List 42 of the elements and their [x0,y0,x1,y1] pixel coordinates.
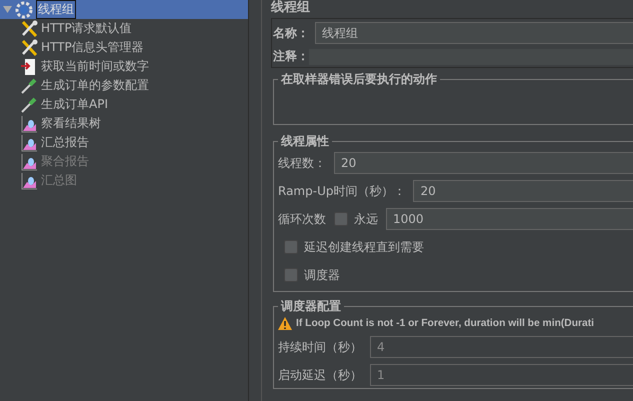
gear-icon [15,0,33,18]
field-label: 启动延迟（秒） [278,366,362,384]
group-title: 线程属性 [280,133,330,150]
tree-item[interactable]: HTTP请求默认值 [0,19,248,38]
chart-icon [20,152,38,170]
chart-icon [20,134,38,152]
group-title: 调度器配置 [280,298,342,315]
tree-item[interactable]: 生成订单的参数配置 [0,76,248,95]
dropper-icon [20,96,38,114]
chart-icon [20,172,38,190]
warning-icon [278,316,292,330]
warning-text: If Loop Count is not -1 or Forever, duration will be min(Durati [296,318,594,328]
dropper-icon [20,76,38,94]
panel-title: 线程组 [271,0,311,16]
tree-item[interactable]: 汇总报告 [0,133,248,152]
field-label: 线程数： [278,154,326,172]
tree-item[interactable]: 生成订单API [0,95,248,114]
tree-item[interactable]: 察看结果树 [0,114,248,133]
name-field[interactable]: 线程组 [315,22,633,44]
chart-icon [20,114,38,132]
checkbox-label: 永远 [354,210,378,228]
field-label: Ramp-Up时间（秒）： [278,182,406,200]
checkbox-label: 延迟创建线程直到需要 [304,238,424,256]
group-title: 在取样器错误后要执行的动作 [280,71,438,88]
tree-item[interactable]: 获取当前时间或数字 [0,57,248,76]
field-label: 注释： [273,48,309,65]
field-label: 持续时间（秒） [278,338,362,356]
input-field[interactable]: 20 [334,152,633,174]
input-field[interactable]: 20 [413,180,633,202]
field-label: 名称： [273,24,309,42]
tools-icon [20,20,38,38]
document-arrow-icon [20,58,38,76]
tools-icon [20,38,38,56]
checkbox-label: 调度器 [304,266,340,284]
expand-icon[interactable] [3,5,12,14]
checkbox[interactable] [284,268,298,282]
input-field[interactable]: 1000 [386,208,633,230]
tree-item[interactable]: 线程组 [0,0,248,19]
checkbox[interactable] [334,212,348,226]
checkbox[interactable] [284,240,298,254]
tree-item[interactable]: HTTP信息头管理器 [0,38,248,57]
field-label: 循环次数 [278,210,326,228]
